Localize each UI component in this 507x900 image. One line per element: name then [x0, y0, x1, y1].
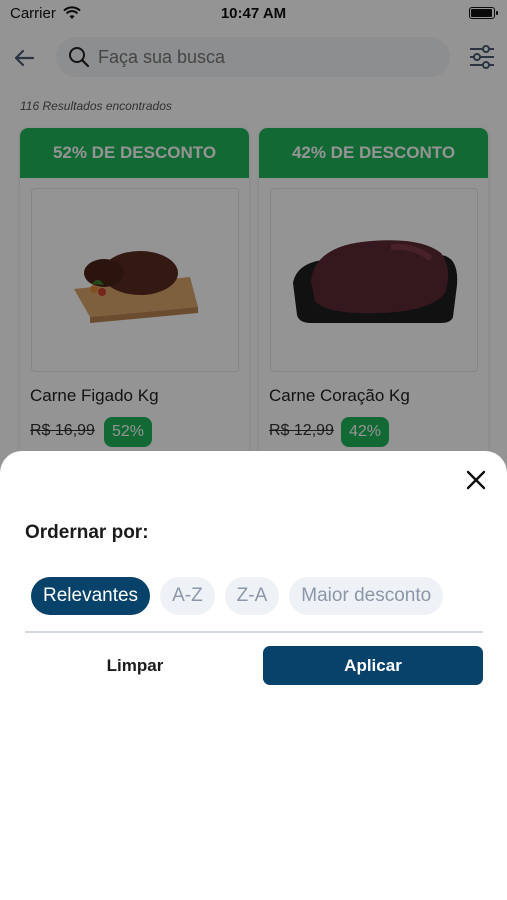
close-icon [466, 470, 486, 490]
sort-option-maior-desconto[interactable]: Maior desconto [289, 577, 444, 615]
divider [25, 631, 483, 633]
close-button[interactable] [463, 467, 489, 493]
sort-options: Relevantes A-Z Z-A Maior desconto [31, 577, 483, 617]
sort-option-relevantes[interactable]: Relevantes [31, 577, 151, 615]
sort-option-z-a[interactable]: Z-A [224, 577, 280, 615]
clear-button[interactable]: Limpar [25, 646, 245, 685]
sort-bottom-sheet: Ordernar por: Relevantes A-Z Z-A Maior desc… [0, 451, 507, 900]
sort-option-a-z[interactable]: A-Z [160, 577, 215, 615]
screen: Carrier 10:47 AM Faça sua busca 116 Resu… [0, 0, 507, 900]
apply-button[interactable]: Aplicar [263, 646, 483, 685]
sort-title: Ordernar por: [25, 522, 149, 543]
